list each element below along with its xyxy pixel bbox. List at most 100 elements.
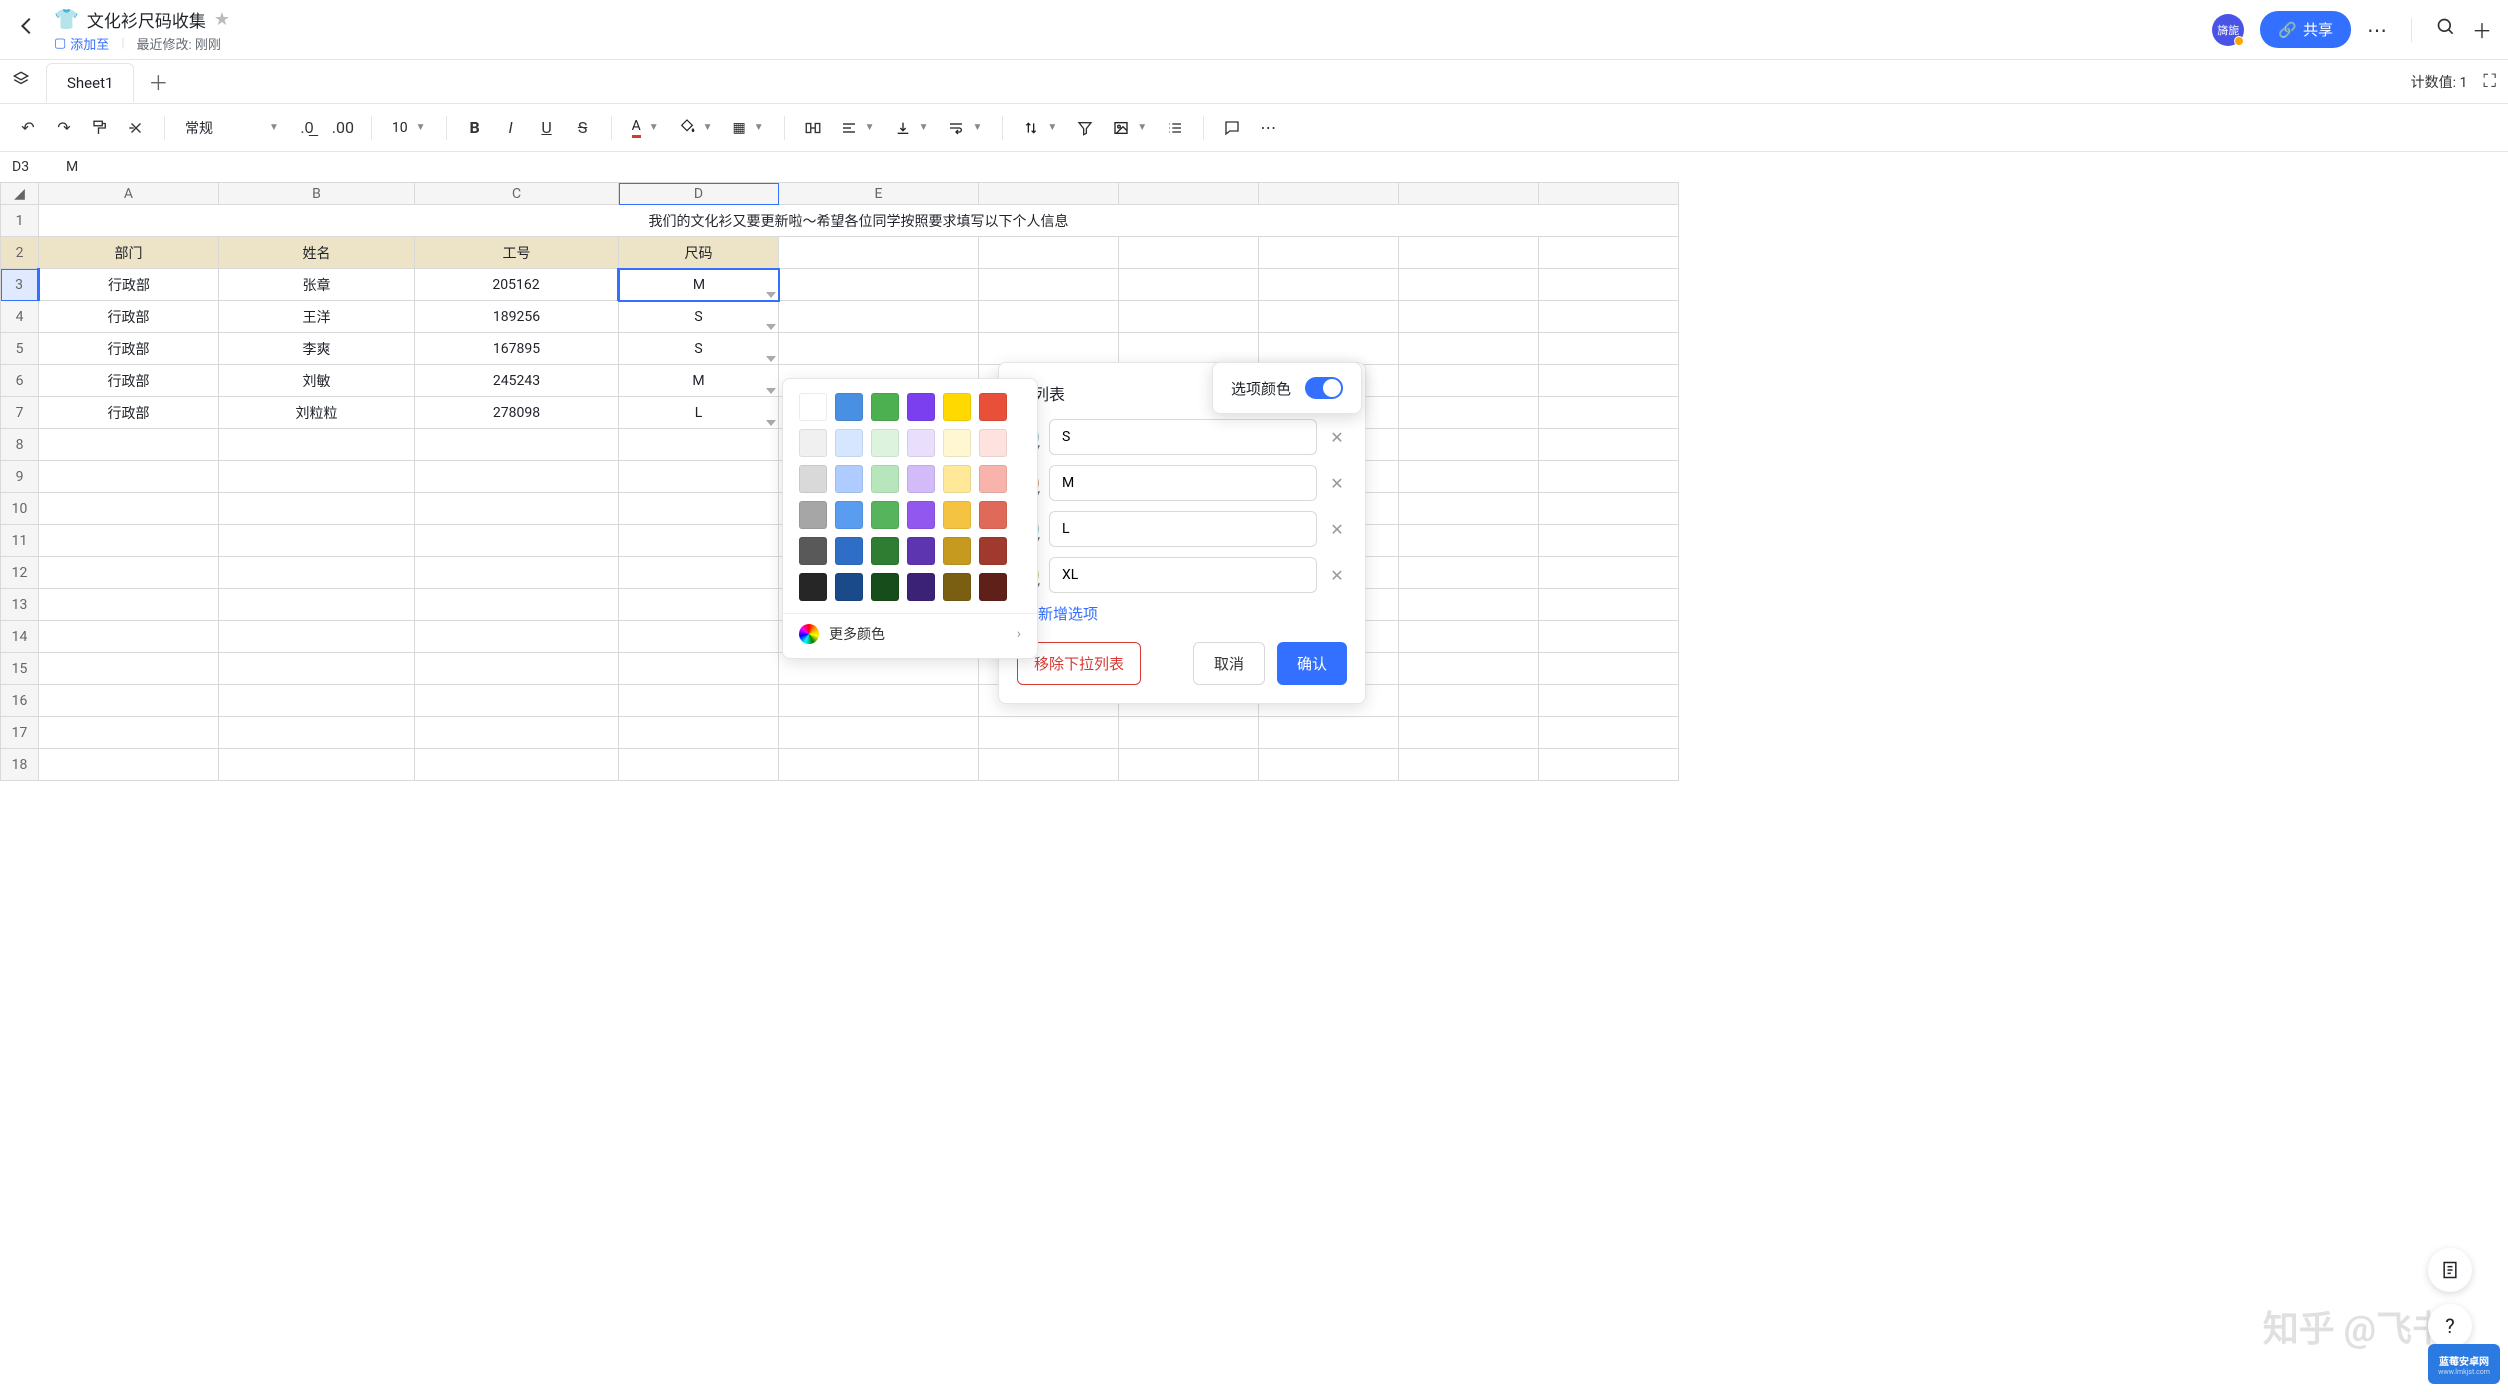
cell[interactable] [619, 557, 779, 589]
color-swatch[interactable] [871, 501, 899, 529]
color-swatch[interactable] [799, 537, 827, 565]
cell[interactable]: 行政部 [39, 269, 219, 301]
document-fab[interactable] [2428, 1248, 2472, 1292]
v-align-button[interactable]: ▼ [887, 112, 937, 144]
row-header[interactable]: 9 [1, 461, 39, 493]
color-swatch[interactable] [871, 537, 899, 565]
format-painter-button[interactable] [84, 112, 116, 144]
more-icon[interactable]: ⋯ [2367, 18, 2387, 42]
cell[interactable] [1539, 589, 1679, 621]
color-swatch[interactable] [871, 465, 899, 493]
row-header[interactable]: 3 [1, 269, 39, 301]
cell[interactable] [39, 717, 219, 749]
col-header-e[interactable]: E [779, 183, 979, 205]
row-header[interactable]: 4 [1, 301, 39, 333]
color-swatch[interactable] [979, 501, 1007, 529]
row-header[interactable]: 14 [1, 621, 39, 653]
cell[interactable]: S [619, 333, 779, 365]
help-fab[interactable]: ? [2428, 1304, 2472, 1348]
cell[interactable] [1399, 621, 1539, 653]
cell[interactable] [1259, 301, 1399, 333]
cell[interactable]: 行政部 [39, 397, 219, 429]
cell[interactable] [1539, 717, 1679, 749]
cell[interactable] [39, 589, 219, 621]
sort-button[interactable]: ▼ [1015, 112, 1065, 144]
cell[interactable] [415, 429, 619, 461]
expand-icon[interactable]: ⛶ [2483, 71, 2496, 92]
cell[interactable] [1399, 429, 1539, 461]
cell[interactable] [979, 301, 1119, 333]
border-button[interactable]: ▦ ▼ [725, 112, 772, 144]
cell[interactable] [39, 685, 219, 717]
font-size-select[interactable]: 10 ▼ [384, 112, 434, 144]
col-header[interactable] [1399, 183, 1539, 205]
back-button[interactable] [16, 7, 38, 44]
color-swatch[interactable] [799, 501, 827, 529]
row-header[interactable]: 16 [1, 685, 39, 717]
col-header-b[interactable]: B [219, 183, 415, 205]
cell[interactable] [1259, 333, 1399, 365]
cell[interactable] [619, 461, 779, 493]
cell[interactable] [1399, 717, 1539, 749]
cell[interactable] [219, 685, 415, 717]
cell[interactable] [1539, 429, 1679, 461]
color-swatch[interactable] [979, 537, 1007, 565]
cell[interactable] [1119, 717, 1259, 749]
cell[interactable] [779, 749, 979, 781]
delete-option-button[interactable]: ✕ [1327, 566, 1347, 585]
color-swatch[interactable] [979, 465, 1007, 493]
option-value-input[interactable] [1049, 419, 1317, 455]
cell[interactable] [39, 621, 219, 653]
color-swatch[interactable] [835, 537, 863, 565]
strikethrough-button[interactable]: S [567, 112, 599, 144]
cell[interactable] [1399, 653, 1539, 685]
cell[interactable] [1399, 685, 1539, 717]
redo-button[interactable]: ↷ [48, 112, 80, 144]
layers-icon[interactable] [12, 70, 30, 93]
delete-option-button[interactable]: ✕ [1327, 474, 1347, 493]
cell[interactable] [619, 717, 779, 749]
cell[interactable] [1399, 269, 1539, 301]
cell[interactable]: M [619, 365, 779, 397]
cell[interactable] [415, 557, 619, 589]
color-swatch[interactable] [835, 393, 863, 421]
color-swatch[interactable] [799, 393, 827, 421]
cell[interactable] [1399, 589, 1539, 621]
cell[interactable] [1539, 301, 1679, 333]
cell[interactable] [219, 493, 415, 525]
cell[interactable] [1119, 333, 1259, 365]
header-cell[interactable]: 部门 [39, 237, 219, 269]
star-icon[interactable]: ★ [214, 9, 230, 30]
cell[interactable] [619, 589, 779, 621]
cell[interactable] [219, 525, 415, 557]
cell[interactable] [779, 269, 979, 301]
cell[interactable]: 张章 [219, 269, 415, 301]
color-swatch[interactable] [799, 429, 827, 457]
cell[interactable] [415, 589, 619, 621]
option-value-input[interactable] [1049, 465, 1317, 501]
color-swatch[interactable] [835, 573, 863, 601]
cell[interactable] [1539, 237, 1679, 269]
cell[interactable] [619, 493, 779, 525]
cell[interactable]: 刘敏 [219, 365, 415, 397]
color-swatch[interactable] [799, 573, 827, 601]
dropdown-arrow-icon[interactable] [766, 388, 776, 394]
cell[interactable] [1399, 461, 1539, 493]
cell[interactable] [415, 717, 619, 749]
cell[interactable]: 167895 [415, 333, 619, 365]
row-header[interactable]: 1 [1, 205, 39, 237]
cell[interactable] [1539, 653, 1679, 685]
color-swatch[interactable] [943, 537, 971, 565]
row-header[interactable]: 2 [1, 237, 39, 269]
cell[interactable] [415, 685, 619, 717]
color-swatch[interactable] [979, 429, 1007, 457]
col-header-d[interactable]: D [619, 183, 779, 205]
cell[interactable] [1259, 749, 1399, 781]
cell[interactable] [1539, 685, 1679, 717]
row-header[interactable]: 5 [1, 333, 39, 365]
cell[interactable] [415, 653, 619, 685]
cell[interactable] [1119, 301, 1259, 333]
cell[interactable]: M [619, 269, 779, 301]
color-swatch[interactable] [943, 573, 971, 601]
row-header[interactable]: 13 [1, 589, 39, 621]
